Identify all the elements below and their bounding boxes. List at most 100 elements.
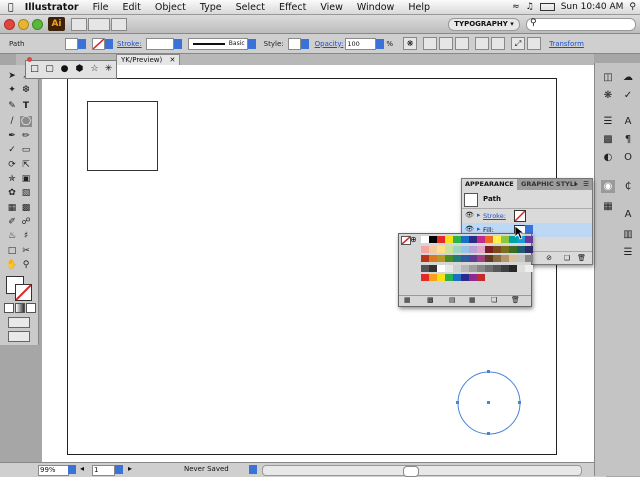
column-graph-tool-icon[interactable]: ▧ <box>20 188 32 199</box>
rounded-rectangle-tool-icon[interactable]: ▢ <box>44 64 55 74</box>
zoom-window-button[interactable] <box>32 19 43 30</box>
color-swatch[interactable] <box>461 255 469 262</box>
stroke-weight-dropdown-icon[interactable] <box>173 38 182 49</box>
opacity-field[interactable]: 100 <box>345 37 377 50</box>
artboards-panel-icon[interactable]: ☰ <box>621 246 635 259</box>
type-tool-icon[interactable]: T <box>20 101 32 112</box>
gradient-panel-icon[interactable]: ▩ <box>601 133 615 146</box>
panel-menu-icon[interactable]: ☰ <box>583 179 589 190</box>
clock[interactable]: Sun 10:40 AM <box>561 2 624 12</box>
color-swatch[interactable] <box>429 236 437 243</box>
color-swatch[interactable] <box>421 274 429 281</box>
fill-dropdown-icon[interactable] <box>78 38 86 49</box>
color-swatch[interactable] <box>421 264 429 272</box>
transparency-panel-icon[interactable]: ◐ <box>601 151 615 164</box>
paintbrush-tool-icon[interactable]: ✒ <box>6 131 18 142</box>
tab-appearance[interactable]: APPEARANCE <box>462 179 517 190</box>
zoom-dropdown-icon[interactable] <box>68 465 76 474</box>
color-swatch[interactable] <box>445 245 453 253</box>
color-swatch[interactable] <box>517 245 525 253</box>
battery-icon[interactable] <box>539 3 555 11</box>
align-left-icon[interactable] <box>423 37 438 50</box>
swatches-panel-icon[interactable]: ❋ <box>601 89 615 102</box>
minimize-window-button[interactable] <box>18 19 29 30</box>
drawing-mode-icon[interactable] <box>8 317 30 328</box>
color-swatch[interactable] <box>469 236 477 243</box>
color-swatch[interactable] <box>525 236 533 243</box>
color-swatch[interactable] <box>501 245 509 253</box>
pen-tool-icon[interactable]: ✎ <box>6 101 18 112</box>
artboard-tool-icon[interactable]: □ <box>6 246 18 257</box>
show-swatch-kinds-icon[interactable]: ▩ <box>427 296 434 304</box>
color-swatch[interactable] <box>445 264 453 272</box>
duplicate-item-icon[interactable]: ❏ <box>564 254 570 262</box>
artboard-dropdown-icon[interactable] <box>115 465 123 474</box>
color-swatch[interactable] <box>421 245 429 253</box>
stroke-row[interactable]: 👁 ▸ Stroke: <box>462 208 592 223</box>
opacity-link[interactable]: Opacity: <box>315 40 344 48</box>
color-swatch[interactable] <box>429 255 437 262</box>
selection-tool-icon[interactable]: ➤ <box>6 71 18 82</box>
color-swatch[interactable] <box>421 236 429 243</box>
mesh-tool-icon[interactable]: ▦ <box>6 203 18 214</box>
recolor-artwork-icon[interactable]: ❋ <box>403 37 418 50</box>
color-swatch[interactable] <box>469 264 477 272</box>
brush-dropdown-icon[interactable] <box>247 38 256 49</box>
ellipse-tool-flyout-icon[interactable]: ● <box>59 64 70 74</box>
gradient-tool-icon[interactable]: ▩ <box>20 203 32 214</box>
status-dropdown-icon[interactable] <box>249 465 257 474</box>
eyedropper-tool-icon[interactable]: ✐ <box>6 217 18 228</box>
stroke-panel-icon[interactable]: ☰ <box>601 115 615 128</box>
next-artboard-button[interactable]: ▸ <box>128 464 132 473</box>
new-color-group-icon[interactable]: ▦ <box>469 296 476 304</box>
delete-swatch-icon[interactable]: 🗑 <box>511 296 520 304</box>
menu-window[interactable]: Window <box>350 2 401 13</box>
clear-appearance-icon[interactable]: ⊘ <box>546 254 552 262</box>
color-swatch[interactable] <box>509 255 517 262</box>
menu-type[interactable]: Type <box>193 2 229 13</box>
help-search-input[interactable]: ⚲ <box>526 18 636 31</box>
swatch-libraries-icon[interactable]: ▦ <box>404 296 411 304</box>
color-swatch[interactable] <box>461 245 469 253</box>
apple-menu-icon[interactable]:  <box>0 2 18 13</box>
menu-select[interactable]: Select <box>229 2 272 13</box>
stroke-color-swatch[interactable] <box>92 37 105 50</box>
fill-expand-icon[interactable]: ▸ <box>477 225 481 233</box>
paragraph-panel-icon[interactable]: ¶ <box>621 133 635 146</box>
transform-link[interactable]: Transform <box>549 40 584 48</box>
free-transform-tool-icon[interactable]: ▣ <box>20 174 32 185</box>
color-swatch[interactable] <box>445 274 453 281</box>
stroke-swatch[interactable] <box>15 284 32 301</box>
slice-tool-icon[interactable]: ✂ <box>20 246 32 257</box>
horizontal-scroll-thumb[interactable] <box>403 466 419 477</box>
character-styles-panel-icon[interactable]: A <box>621 208 635 221</box>
spotlight-icon[interactable]: ⚲ <box>629 2 636 12</box>
stroke-link[interactable]: Stroke: <box>117 40 142 48</box>
color-swatch[interactable] <box>477 274 485 281</box>
screen-mode-icon[interactable] <box>8 331 30 342</box>
menu-edit[interactable]: Edit <box>115 2 147 13</box>
menu-effect[interactable]: Effect <box>272 2 313 13</box>
color-swatch[interactable] <box>453 245 461 253</box>
color-swatch[interactable] <box>461 236 469 243</box>
zoom-tool-icon[interactable]: ⚲ <box>20 260 32 271</box>
scale-tool-icon[interactable]: ⇱ <box>20 160 32 171</box>
color-swatch[interactable] <box>485 255 493 262</box>
color-swatch[interactable] <box>477 264 485 272</box>
tab-graphic-styles[interactable]: GRAPHIC STYLI <box>519 180 578 188</box>
flare-tool-icon[interactable]: ✳ <box>103 64 114 74</box>
fill-visibility-icon[interactable]: 👁 <box>465 225 474 233</box>
selected-ellipse[interactable] <box>455 369 525 439</box>
color-swatch[interactable] <box>525 264 533 272</box>
live-paint-tool-icon[interactable]: ♨ <box>6 231 18 242</box>
hand-tool-icon[interactable]: ✋ <box>6 260 18 271</box>
zoom-field[interactable]: 99% <box>38 465 69 476</box>
color-swatch[interactable] <box>485 236 493 243</box>
line-tool-icon[interactable]: ∕ <box>6 116 18 127</box>
bridge-button[interactable] <box>71 18 87 31</box>
artboard-field[interactable]: 1 <box>92 465 115 476</box>
align-center-icon[interactable] <box>439 37 454 50</box>
layers-panel-icon[interactable]: ▥ <box>621 228 635 241</box>
view-mode-icon[interactable] <box>111 18 127 31</box>
graphic-style-dropdown-icon[interactable] <box>300 38 309 49</box>
